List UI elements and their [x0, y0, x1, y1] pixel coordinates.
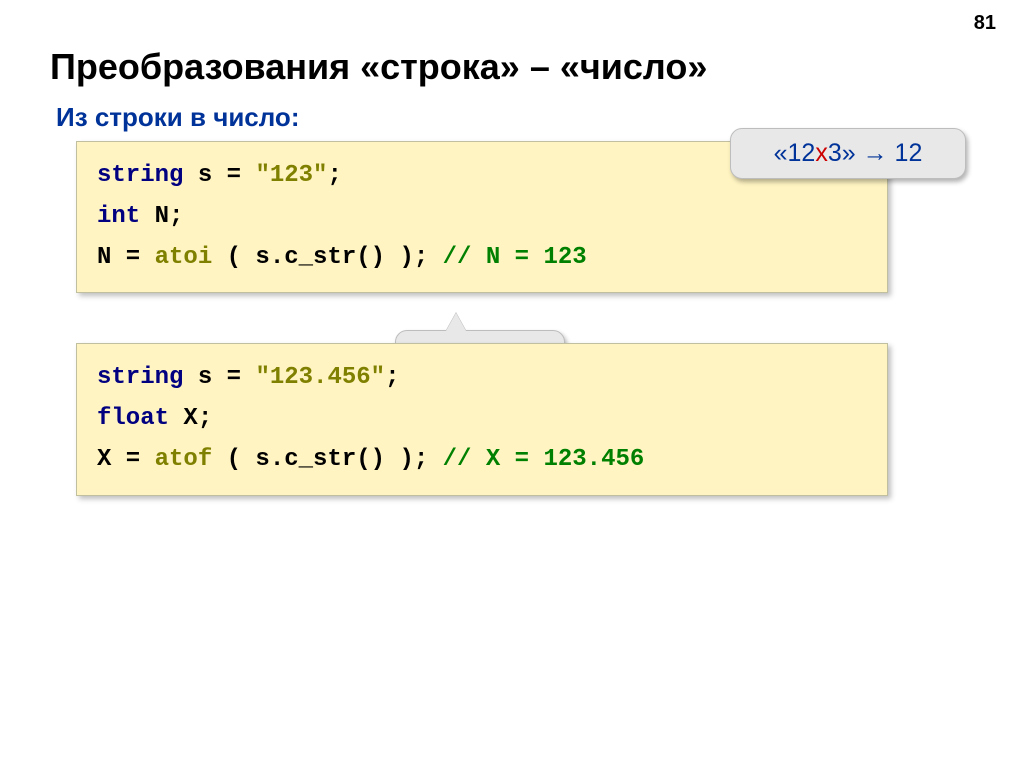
- code-text: N;: [140, 203, 183, 230]
- page-number: 81: [974, 12, 996, 35]
- function-atoi: atoi: [155, 244, 213, 271]
- string-literal: "123": [255, 162, 327, 189]
- keyword-string: string: [97, 162, 183, 189]
- code-line: string s = "123.456";: [97, 358, 867, 399]
- slide-title: Преобразования «строка» – «число»: [50, 46, 974, 88]
- code-text: N =: [97, 244, 155, 271]
- callout-text: «12: [774, 139, 816, 167]
- code-line: X = atof ( s.c_str() ); // X = 123.456: [97, 440, 867, 481]
- code-text: ( s.c_str() );: [212, 446, 442, 473]
- code-line: N = atoi ( s.c_str() ); // N = 123: [97, 238, 867, 279]
- arrow-icon: →: [863, 139, 888, 167]
- keyword-float: float: [97, 405, 169, 432]
- code-line: float X;: [97, 399, 867, 440]
- callout-highlight: x: [815, 139, 828, 167]
- code-text: ( s.c_str() );: [212, 244, 442, 271]
- code-text: ;: [327, 162, 341, 189]
- keyword-int: int: [97, 203, 140, 230]
- code-text: s =: [183, 162, 255, 189]
- callout-text: 12: [888, 139, 923, 167]
- code-line: int N;: [97, 197, 867, 238]
- code-text: X;: [169, 405, 212, 432]
- string-literal: "123.456": [255, 364, 385, 391]
- code-text: X =: [97, 446, 155, 473]
- callout-example: «12x3» → 12: [730, 128, 966, 179]
- code-block-2: string s = "123.456"; float X; X = atof …: [76, 343, 888, 495]
- code-comment: // N = 123: [443, 244, 587, 271]
- code-text: s =: [183, 364, 255, 391]
- code-text: ;: [385, 364, 399, 391]
- callout-tail-icon: [446, 313, 466, 331]
- code-comment: // X = 123.456: [443, 446, 645, 473]
- function-atof: atof: [155, 446, 213, 473]
- callout-text: 3»: [828, 139, 863, 167]
- keyword-string: string: [97, 364, 183, 391]
